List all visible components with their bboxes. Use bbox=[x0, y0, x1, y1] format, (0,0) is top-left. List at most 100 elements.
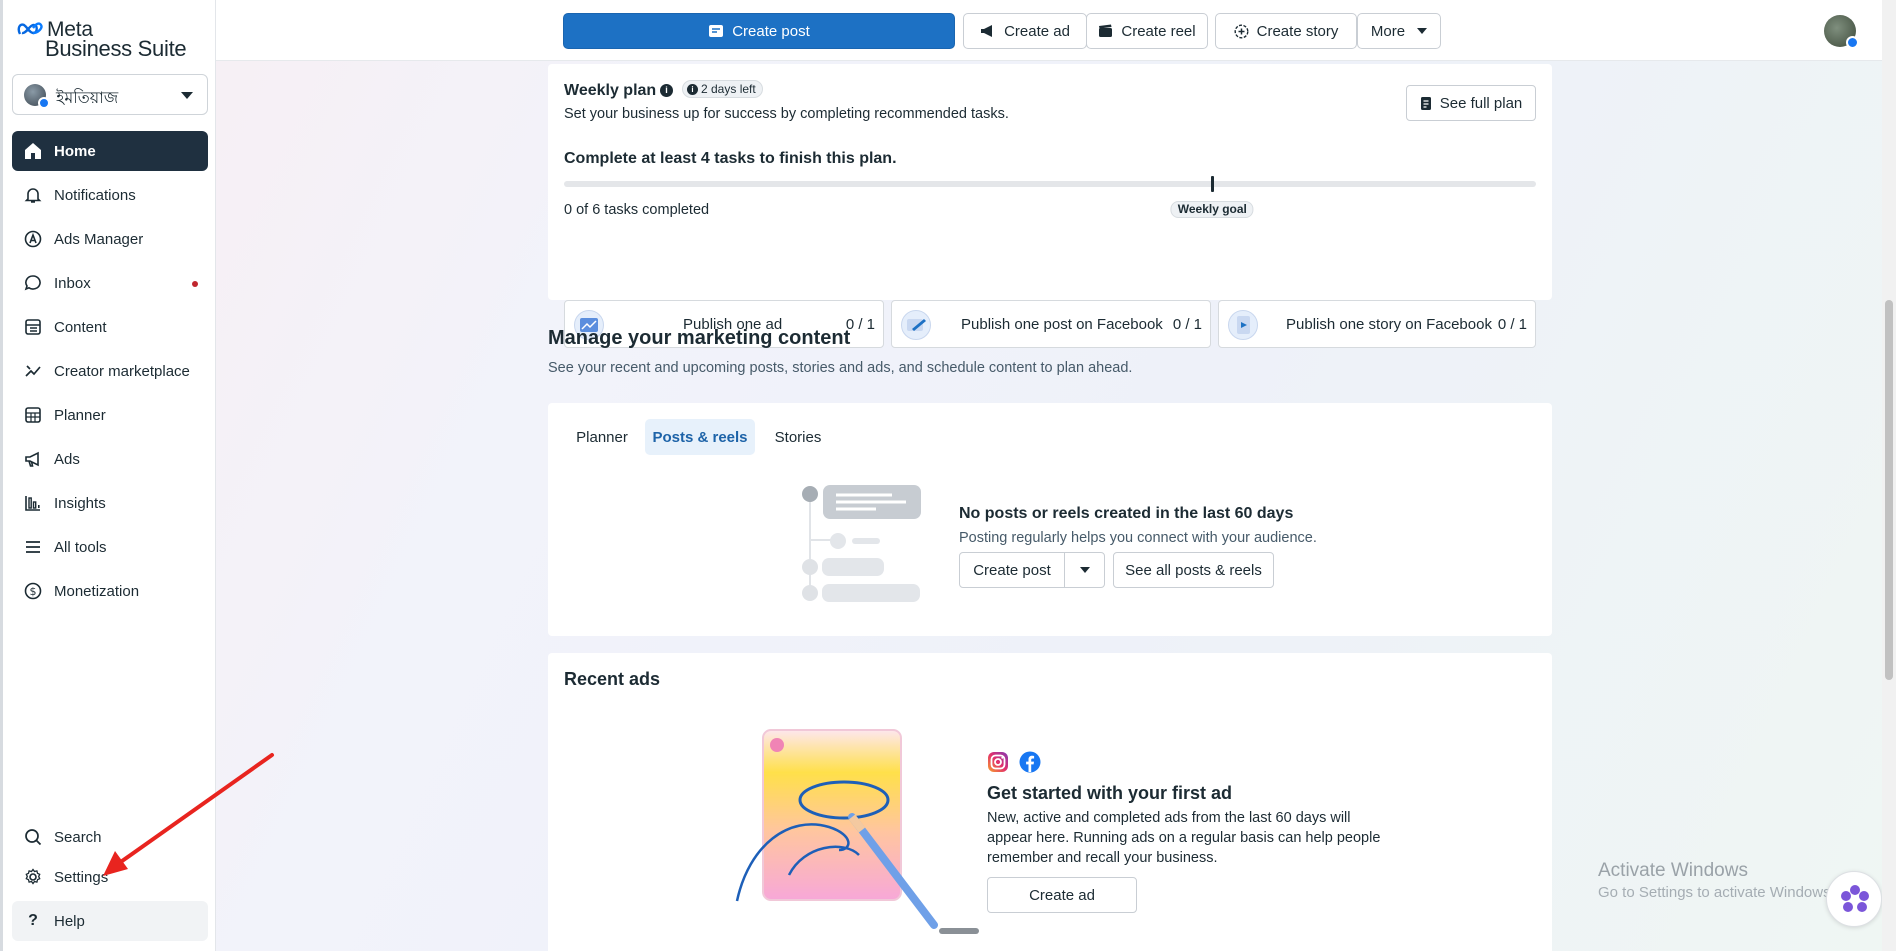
sidebar-item-label: Notifications bbox=[54, 186, 136, 204]
create-reel-label: Create reel bbox=[1121, 22, 1196, 40]
create-post-dropdown[interactable] bbox=[1064, 552, 1105, 588]
account-name: ইমতিয়াজ bbox=[56, 88, 119, 107]
empty-posts-subtitle: Posting regularly helps you connect with… bbox=[959, 530, 1317, 546]
search-icon bbox=[22, 826, 44, 848]
tab-posts-reels[interactable]: Posts & reels bbox=[645, 419, 755, 455]
weekly-goal-marker bbox=[1210, 176, 1214, 192]
facebook-badge-icon bbox=[38, 97, 50, 109]
marketing-subtitle: See your recent and upcoming posts, stor… bbox=[548, 360, 1133, 376]
more-dropdown[interactable]: More bbox=[1357, 13, 1441, 49]
bar-chart-icon bbox=[22, 492, 44, 514]
sidebar-item-home[interactable]: Home bbox=[12, 131, 208, 171]
brand-bottom: Business Suite bbox=[45, 36, 187, 61]
facebook-badge-icon bbox=[1846, 36, 1859, 49]
dollar-icon: $ bbox=[22, 580, 44, 602]
assistant-button[interactable] bbox=[1826, 871, 1882, 927]
red-arrow-annotation bbox=[103, 753, 274, 876]
days-left-label: 2 days left bbox=[701, 82, 756, 96]
scrollbar-thumb[interactable] bbox=[1885, 300, 1893, 680]
unread-dot bbox=[192, 281, 198, 287]
sidebar-item-inbox[interactable]: Inbox bbox=[12, 263, 208, 303]
empty-posts-illustration bbox=[802, 485, 921, 602]
caret-down-icon bbox=[181, 92, 193, 99]
sidebar-item-monetization[interactable]: $ Monetization bbox=[12, 571, 208, 611]
caret-down-icon bbox=[1079, 567, 1090, 573]
sidebar-item-all-tools[interactable]: All tools bbox=[12, 527, 208, 567]
chat-bubble-icon bbox=[22, 272, 44, 294]
creator-marketplace-icon bbox=[22, 360, 44, 382]
bell-icon bbox=[22, 184, 44, 206]
sidebar-item-label: Planner bbox=[54, 406, 106, 424]
weekly-goal-label: Weekly goal bbox=[1170, 201, 1254, 218]
sidebar-item-label: Ads Manager bbox=[54, 230, 144, 248]
account-switcher[interactable]: ইমতিয়াজ bbox=[12, 74, 208, 115]
task-count: 0 / 1 bbox=[1172, 316, 1202, 333]
activate-windows-title: Activate Windows bbox=[1598, 860, 1748, 881]
sidebar-item-label: Creator marketplace bbox=[54, 362, 190, 380]
sidebar-item-help[interactable]: ? Help bbox=[12, 901, 208, 941]
sidebar-item-label: Insights bbox=[54, 494, 106, 512]
more-label: More bbox=[1370, 22, 1406, 40]
task-publish-story[interactable]: Publish one story on Facebook 0 / 1 bbox=[1218, 300, 1536, 348]
add-circle-icon bbox=[1234, 23, 1249, 39]
progress-bar bbox=[564, 176, 1536, 192]
sidebar-item-label: Ads bbox=[54, 450, 80, 468]
info-icon: i bbox=[687, 83, 698, 95]
sidebar-item-insights[interactable]: Insights bbox=[12, 483, 208, 523]
sidebar-item-label: All tools bbox=[54, 538, 107, 556]
recent-ads-title: Recent ads bbox=[564, 669, 661, 689]
top-bar: Create post Create ad Create reel Create… bbox=[216, 0, 1896, 61]
sidebar-item-label: Content bbox=[54, 318, 107, 336]
sidebar-item-label: Help bbox=[54, 912, 85, 930]
sidebar-item-content[interactable]: Content bbox=[12, 307, 208, 347]
svg-text:$: $ bbox=[30, 585, 37, 598]
sidebar-item-creator-marketplace[interactable]: Creator marketplace bbox=[12, 351, 208, 391]
profile-avatar[interactable] bbox=[1824, 15, 1859, 49]
empty-posts-title: No posts or reels created in the last 60… bbox=[959, 505, 1294, 522]
compose-icon bbox=[709, 25, 724, 37]
task-publish-post[interactable]: Publish one post on Facebook 0 / 1 bbox=[891, 300, 1211, 348]
create-post-button[interactable]: Create post bbox=[563, 13, 955, 49]
sidebar-item-label: Home bbox=[54, 142, 96, 160]
content-icon bbox=[22, 316, 44, 338]
create-ad-secondary-button[interactable]: Create ad bbox=[987, 877, 1137, 913]
home-icon bbox=[22, 140, 44, 162]
info-icon[interactable]: i bbox=[660, 84, 673, 97]
activate-windows-subtitle: Go to Settings to activate Windows. bbox=[1598, 884, 1835, 901]
create-story-button[interactable]: Create story bbox=[1215, 13, 1357, 49]
sidebar-item-label: Monetization bbox=[54, 582, 140, 600]
first-ad-heading: Get started with your first ad bbox=[987, 783, 1233, 803]
see-full-plan-button[interactable]: See full plan bbox=[1406, 85, 1536, 121]
ad-illustration bbox=[735, 729, 979, 934]
sidebar-item-notifications[interactable]: Notifications bbox=[12, 175, 208, 215]
clapperboard-icon bbox=[1099, 24, 1113, 37]
story-icon bbox=[1228, 310, 1258, 340]
page-scrollbar[interactable] bbox=[1882, 0, 1896, 951]
first-ad-body-line3: remember and recall your business. bbox=[987, 850, 1218, 866]
marketing-title: Manage your marketing content bbox=[548, 327, 851, 349]
post-icon bbox=[901, 310, 931, 340]
see-all-posts-button[interactable]: See all posts & reels bbox=[1113, 552, 1274, 588]
create-story-label: Create story bbox=[1256, 22, 1339, 40]
create-reel-button[interactable]: Create reel bbox=[1086, 13, 1208, 49]
create-post-secondary-button[interactable]: Create post bbox=[959, 552, 1065, 588]
tab-planner[interactable]: Planner bbox=[562, 419, 642, 455]
tab-stories[interactable]: Stories bbox=[763, 419, 833, 455]
meta-business-suite-logo[interactable]: Meta Business Suite bbox=[17, 18, 207, 61]
sidebar-item-ads[interactable]: Ads bbox=[12, 439, 208, 479]
create-ad-button[interactable]: Create ad bbox=[963, 13, 1087, 49]
weekly-plan-title: Weekly plan bbox=[564, 82, 657, 99]
first-ad-body-line1: New, active and completed ads from the l… bbox=[987, 810, 1351, 826]
days-left-badge: i 2 days left bbox=[682, 80, 763, 98]
sparkle-flower-icon bbox=[1841, 885, 1869, 912]
gear-icon bbox=[22, 866, 44, 888]
document-icon bbox=[1420, 96, 1431, 110]
goal-text: Complete at least 4 tasks to finish this… bbox=[564, 150, 897, 167]
create-post-label: Create post bbox=[732, 22, 810, 40]
task-label: Publish one post on Facebook bbox=[961, 316, 1163, 333]
megaphone-icon bbox=[22, 448, 44, 470]
question-icon: ? bbox=[28, 912, 38, 929]
sidebar-item-ads-manager[interactable]: Ads Manager bbox=[12, 219, 208, 259]
sidebar-item-planner[interactable]: Planner bbox=[12, 395, 208, 435]
task-count: 0 / 1 bbox=[1497, 316, 1527, 333]
